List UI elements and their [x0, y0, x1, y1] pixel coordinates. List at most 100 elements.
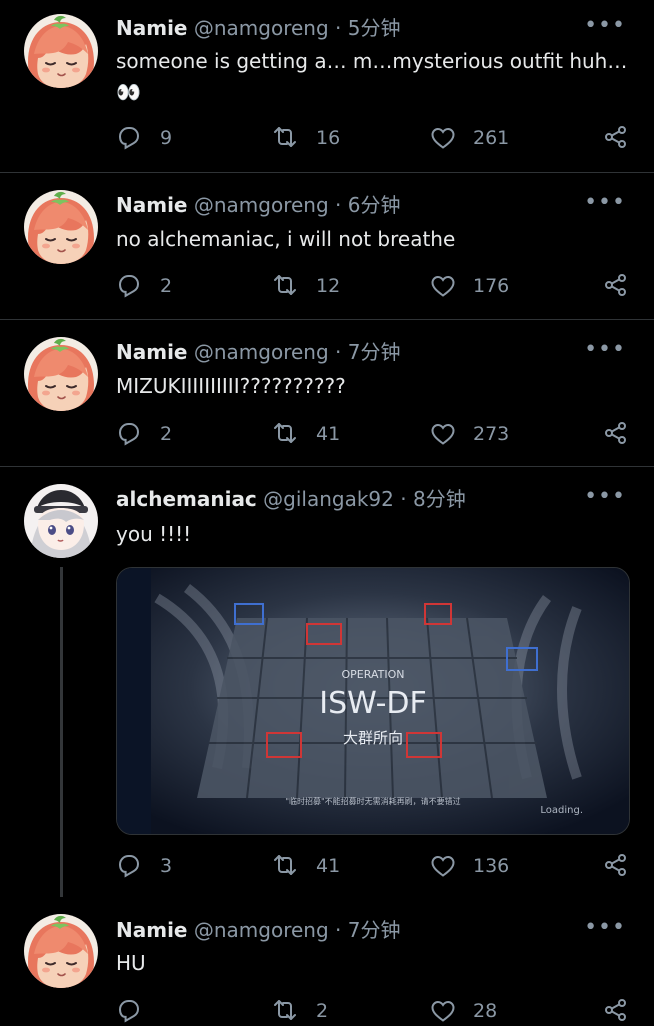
- tweet-actions: 2 28: [116, 996, 632, 1026]
- share-button[interactable]: [602, 419, 630, 449]
- game-screenshot: OPERATION ISW-DF 大群所向 "临时招募"不能招募时无需消耗再刷，…: [117, 568, 629, 834]
- share-button[interactable]: [602, 123, 630, 153]
- timestamp[interactable]: 5分钟: [348, 16, 401, 40]
- reply-count: 2: [160, 423, 173, 445]
- separator-dot: ·: [335, 918, 342, 942]
- reply-button[interactable]: 2: [116, 419, 172, 449]
- reply-button[interactable]: 3: [116, 851, 172, 881]
- retweet-button[interactable]: 41: [270, 419, 340, 449]
- share-icon: [605, 274, 626, 296]
- share-icon: [605, 126, 626, 148]
- retweet-icon: [274, 423, 296, 443]
- retweet-icon: [274, 127, 296, 147]
- more-icon[interactable]: •••: [584, 917, 626, 939]
- reply-icon: [119, 275, 139, 297]
- tweet-text: no alchemaniac, i will not breathe: [116, 227, 456, 251]
- avatar[interactable]: [24, 914, 98, 988]
- reply-button[interactable]: [116, 996, 160, 1026]
- retweet-button[interactable]: 41: [270, 851, 340, 881]
- heart-icon: [431, 276, 455, 297]
- like-count: 136: [473, 855, 510, 877]
- heart-icon: [431, 1001, 455, 1022]
- avatar[interactable]: [24, 337, 98, 411]
- share-icon: [605, 854, 626, 876]
- retweet-button[interactable]: 2: [270, 996, 328, 1026]
- author-name[interactable]: Namie: [116, 918, 188, 942]
- reply-icon: [119, 127, 139, 149]
- stage-code: ISW-DF: [319, 686, 427, 721]
- retweet-button[interactable]: 16: [270, 123, 340, 153]
- tweet-1[interactable]: Namie @namgoreng · 5分钟 ••• someone is ge…: [0, 0, 654, 172]
- tweet-2[interactable]: Namie @namgoreng · 6分钟 ••• no alchemania…: [0, 173, 654, 319]
- timestamp[interactable]: 7分钟: [348, 918, 401, 942]
- loading-tip: "临时招募"不能招募时无需消耗再刷，请不要错过: [285, 796, 460, 806]
- tweet-text: someone is getting a… m…mysterious outfi…: [116, 49, 628, 73]
- media-image[interactable]: OPERATION ISW-DF 大群所向 "临时招募"不能招募时无需消耗再刷，…: [116, 567, 630, 835]
- author-name[interactable]: Namie: [116, 16, 188, 40]
- reply-icon: [119, 855, 139, 877]
- like-button[interactable]: 28: [429, 996, 497, 1026]
- tweet-actions: 9 16 261: [116, 123, 632, 153]
- separator-dot: ·: [335, 340, 342, 364]
- reply-count: 9: [160, 127, 173, 149]
- heart-icon: [431, 424, 455, 445]
- heart-icon: [431, 128, 455, 149]
- author-handle[interactable]: @gilangak92: [263, 487, 394, 511]
- operation-label: OPERATION: [342, 668, 405, 681]
- retweet-icon: [274, 855, 296, 875]
- avatar[interactable]: [24, 484, 98, 558]
- avatar[interactable]: [24, 14, 98, 88]
- like-button[interactable]: 176: [429, 271, 509, 301]
- tweet-emoji: 👀: [116, 80, 141, 104]
- retweet-count: 12: [316, 275, 341, 297]
- tweet-actions: 3 41 136: [116, 851, 632, 881]
- tweet-3[interactable]: Namie @namgoreng · 7分钟 ••• MIZUKIIIIIIII…: [0, 320, 654, 466]
- reply-button[interactable]: 9: [116, 123, 172, 153]
- share-icon: [605, 422, 626, 444]
- more-icon[interactable]: •••: [584, 339, 626, 361]
- author-name[interactable]: Namie: [116, 340, 188, 364]
- reply-icon: [119, 423, 139, 445]
- like-button[interactable]: 261: [429, 123, 509, 153]
- retweet-icon: [274, 1000, 296, 1020]
- tweet-5[interactable]: Namie @namgoreng · 7分钟 ••• HU 2 28: [0, 900, 654, 1024]
- stage-title: 大群所向: [343, 729, 403, 747]
- retweet-count: 2: [316, 1000, 329, 1022]
- loading-label: Loading.: [540, 805, 583, 816]
- tweet-text: HU: [116, 951, 146, 975]
- share-button[interactable]: [602, 996, 630, 1026]
- separator-dot: ·: [335, 193, 342, 217]
- separator-dot: ·: [335, 16, 342, 40]
- author-handle[interactable]: @namgoreng: [194, 918, 329, 942]
- timestamp[interactable]: 7分钟: [348, 340, 401, 364]
- tweet-text: MIZUKIIIIIIIIII??????????: [116, 374, 346, 398]
- timestamp[interactable]: 8分钟: [413, 487, 466, 511]
- like-count: 261: [473, 127, 510, 149]
- more-icon[interactable]: •••: [584, 486, 626, 508]
- share-button[interactable]: [602, 271, 630, 301]
- retweet-button[interactable]: 12: [270, 271, 340, 301]
- author-name[interactable]: alchemaniac: [116, 487, 257, 511]
- retweet-count: 16: [316, 127, 341, 149]
- tweet-actions: 2 12 176: [116, 271, 632, 301]
- tweet-text: you !!!!: [116, 522, 192, 546]
- thread-line: [60, 567, 63, 897]
- retweet-icon: [274, 275, 296, 295]
- timestamp[interactable]: 6分钟: [348, 193, 401, 217]
- author-handle[interactable]: @namgoreng: [194, 340, 329, 364]
- more-icon[interactable]: •••: [584, 192, 626, 214]
- share-button[interactable]: [602, 851, 630, 881]
- like-button[interactable]: 136: [429, 851, 509, 881]
- author-handle[interactable]: @namgoreng: [194, 16, 329, 40]
- author-name[interactable]: Namie: [116, 193, 188, 217]
- like-button[interactable]: 273: [429, 419, 509, 449]
- reply-button[interactable]: 2: [116, 271, 172, 301]
- avatar[interactable]: [24, 190, 98, 264]
- like-count: 176: [473, 275, 510, 297]
- retweet-count: 41: [316, 855, 341, 877]
- like-count: 273: [473, 423, 510, 445]
- share-icon: [605, 999, 626, 1021]
- more-icon[interactable]: •••: [584, 15, 626, 37]
- author-handle[interactable]: @namgoreng: [194, 193, 329, 217]
- tweet-4[interactable]: alchemaniac @gilangak92 · 8分钟 ••• you !!…: [0, 467, 654, 900]
